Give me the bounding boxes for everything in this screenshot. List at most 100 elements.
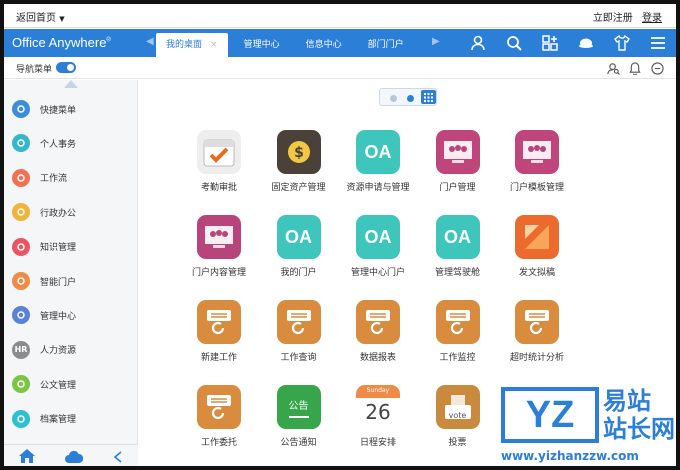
oa-icon: OA	[356, 130, 400, 174]
app-label: 新建工作	[200, 353, 237, 363]
notice-text: 公告	[288, 397, 309, 418]
sidebar-item[interactable]: 公文管理	[4, 369, 138, 399]
sidebar-item-label: 行政办公	[40, 208, 77, 219]
app-label: 日程安排	[359, 438, 396, 448]
home-icon[interactable]	[19, 448, 35, 466]
sidebar-item[interactable]: 智能门户	[4, 266, 138, 296]
sidebar-item-label: 档案管理	[40, 415, 77, 426]
oa-text: OA	[364, 226, 392, 247]
app-tile[interactable]: 发文拟稿	[497, 215, 577, 278]
sidebar-item-label: 智能门户	[40, 277, 77, 288]
app-label: 我的门户	[280, 268, 317, 278]
page-dot[interactable]	[390, 95, 397, 102]
app-tile[interactable]: OA 资源申请与管理	[338, 130, 418, 193]
watermark: YZ 易站 站长网 www.yizhanzzw.com	[499, 387, 676, 466]
app-label: 门户管理	[439, 183, 476, 193]
app-tile[interactable]: OA 我的门户	[259, 215, 339, 278]
sidebar-item-label: 工作流	[40, 174, 68, 185]
portal-template-icon	[515, 130, 559, 174]
vote-text: vote	[448, 411, 467, 420]
watermark-url: www.yizhanzzw.com	[501, 449, 639, 463]
sidebar-item-label: 快捷菜单	[40, 105, 77, 116]
tab-management[interactable]: 管理中心	[234, 33, 290, 57]
work-new-icon	[197, 300, 241, 344]
close-icon[interactable]: ×	[210, 40, 218, 50]
sidebar-item[interactable]: 行政办公	[4, 197, 138, 227]
sidebar-item-label: 个人事务	[40, 139, 77, 150]
grid-view-icon[interactable]	[421, 90, 436, 104]
book-icon	[12, 237, 30, 256]
user-search-icon[interactable]	[602, 60, 624, 76]
sidebar-item[interactable]: 知识管理	[4, 232, 138, 262]
tabs-scroll-right-icon[interactable]: ▶	[432, 36, 440, 47]
tab-my-desktop[interactable]: 我的桌面 ×	[156, 33, 228, 57]
app-tile[interactable]: 工作查询	[259, 300, 339, 363]
app-tile[interactable]: $ 固定资产管理	[259, 130, 339, 193]
app-tile[interactable]: 数据报表	[338, 300, 418, 363]
tabs-scroll-left-icon[interactable]: ◀	[146, 36, 154, 47]
app-tile[interactable]: Sunday 26 日程安排	[338, 385, 418, 448]
calendar-day: 26	[365, 400, 391, 424]
cloud-icon[interactable]	[65, 448, 84, 466]
top-bar: 返回首页 ▼ 立即注册 登录	[4, 4, 676, 28]
search-icon[interactable]	[496, 29, 532, 57]
nav-row: 导航菜单	[4, 57, 676, 79]
apps-icon[interactable]	[532, 29, 568, 57]
app-tile[interactable]: 门户内容管理	[179, 215, 259, 278]
app-tile[interactable]: 工作委托	[179, 385, 259, 448]
work-query-icon	[276, 300, 321, 344]
app-label: 投票	[448, 438, 467, 448]
register-link[interactable]: 立即注册	[593, 13, 633, 24]
portal-content-icon	[197, 215, 241, 259]
calendar-day-icon: Sunday 26	[356, 385, 400, 429]
back-home-link[interactable]: 返回首页 ▼	[16, 9, 65, 24]
app-tile[interactable]: 公告 公告通知	[259, 385, 339, 448]
sidebar-item-label: 人力资源	[40, 346, 77, 357]
app-label: 超时统计分析	[509, 353, 564, 363]
app-tile[interactable]: 新建工作	[179, 300, 259, 363]
app-tile[interactable]: 工作监控	[418, 300, 498, 363]
sidebar-item[interactable]: 个人事务	[4, 128, 138, 158]
shirt-icon[interactable]	[604, 29, 640, 57]
sidebar-item[interactable]: 管理中心	[4, 300, 138, 330]
tab-department-portal[interactable]: 部门门户	[358, 33, 414, 57]
app-tile[interactable]: 门户模板管理	[497, 130, 577, 193]
oa-icon: OA	[276, 215, 321, 259]
sidebar-scroll-up-icon[interactable]	[64, 80, 78, 88]
bell-icon[interactable]	[624, 60, 646, 76]
app-tile[interactable]: 门户管理	[418, 130, 498, 193]
sidebar-item[interactable]: 快捷菜单	[4, 94, 138, 124]
app-label: 管理中心门户	[350, 268, 405, 278]
sidebar-item[interactable]: HR 人力资源	[4, 335, 138, 365]
app-tile[interactable]: OA 管理驾驶舱	[418, 215, 498, 278]
sidebar-item[interactable]: 工作流	[4, 163, 138, 193]
app-tile[interactable]: vote 投票	[418, 385, 498, 448]
chat-icon[interactable]	[568, 29, 604, 57]
share-icon	[12, 100, 30, 118]
tab-bar: 我的桌面 × 管理中心 信息中心 部门门户	[156, 33, 420, 57]
manage-icon	[12, 306, 30, 325]
app-tile[interactable]: 考勤审批	[179, 130, 259, 193]
sidebar-item-label: 公文管理	[40, 380, 77, 391]
user-icon[interactable]	[460, 29, 496, 57]
collapse-icon[interactable]	[113, 448, 123, 466]
sidebar: 快捷菜单个人事务工作流行政办公知识管理智能门户管理中心 HR 人力资源公文管理档案管…	[4, 80, 138, 466]
page-dot[interactable]	[407, 95, 414, 102]
wallet-icon: $	[276, 130, 321, 174]
sidebar-item[interactable]: 档案管理	[4, 404, 138, 434]
flow-icon	[12, 168, 30, 187]
app-tile[interactable]: OA 管理中心门户	[338, 215, 418, 278]
watermark-logo: YZ	[501, 387, 599, 443]
hr-icon: HR	[12, 340, 30, 359]
menu-icon[interactable]	[640, 29, 676, 57]
view-switcher[interactable]	[379, 88, 437, 106]
sidebar-item-label: 知识管理	[40, 243, 77, 254]
message-icon[interactable]	[646, 60, 668, 76]
nav-toggle[interactable]	[56, 62, 76, 73]
login-link[interactable]: 登录	[642, 13, 662, 24]
calendar-check-icon	[197, 130, 241, 174]
logo: Office Anywhere®	[12, 35, 111, 50]
app-label: 门户模板管理	[509, 183, 564, 193]
tab-info-center[interactable]: 信息中心	[296, 33, 352, 57]
app-tile[interactable]: 超时统计分析	[497, 300, 577, 363]
